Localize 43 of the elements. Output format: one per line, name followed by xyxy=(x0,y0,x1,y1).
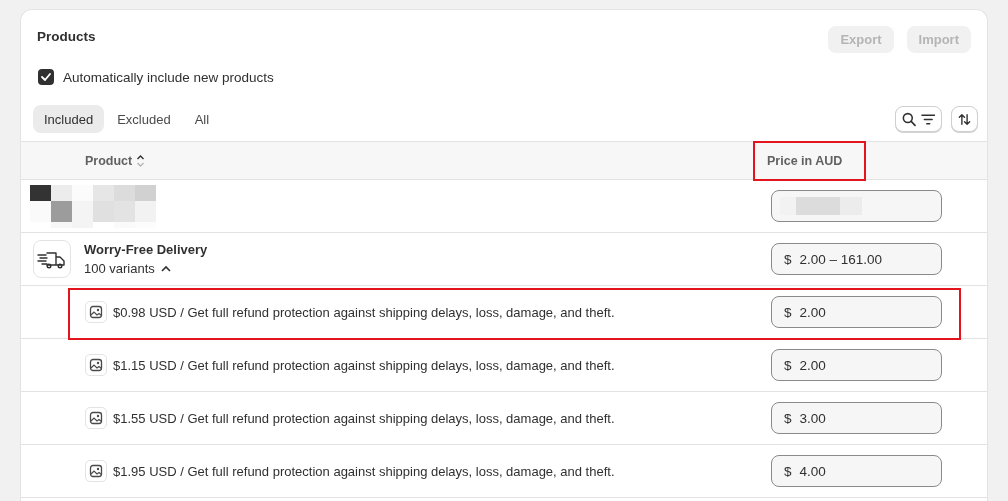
column-header: Price in AUD xyxy=(767,154,843,168)
price-field[interactable]: $ 2.00 xyxy=(771,349,942,381)
delivery-truck-icon xyxy=(37,249,67,269)
price-value: 4.00 xyxy=(799,463,826,479)
chevron-icon xyxy=(160,265,171,272)
filter-tab[interactable]: Excluded xyxy=(106,105,182,133)
price-value: 2.00 xyxy=(799,357,826,373)
price-field[interactable]: $ 4.00 xyxy=(771,455,942,487)
product-name: Worry-Free Delivery xyxy=(84,242,208,257)
card-title: Products xyxy=(37,29,96,44)
price-value: 3.00 xyxy=(799,410,826,426)
image-placeholder-icon xyxy=(85,354,107,376)
sort-icon xyxy=(958,111,971,127)
currency-symbol: $ xyxy=(784,410,792,426)
checkmark-icon xyxy=(41,73,51,81)
image-placeholder-icon xyxy=(85,460,107,482)
price-field[interactable]: $ 3.00 xyxy=(771,402,942,434)
search-filter-button[interactable] xyxy=(895,106,942,132)
currency-symbol: $ xyxy=(784,304,792,320)
variant-title: $1.55 USD / Get full refund protection against shipping delays, loss, damage, and theft. xyxy=(113,410,615,426)
price-value: 2.00 xyxy=(799,304,826,320)
image-placeholder-icon xyxy=(85,407,107,429)
price-field[interactable] xyxy=(771,190,942,222)
filter-icon xyxy=(920,112,935,126)
currency-symbol: $ xyxy=(784,357,792,373)
filter-tab[interactable]: All xyxy=(183,105,221,133)
variant-title: $1.95 USD / Get full refund protection against shipping delays, loss, damage, and theft. xyxy=(113,463,615,479)
search-icon xyxy=(902,111,917,127)
variants-toggle[interactable]: 100 variants xyxy=(84,261,208,276)
filter-tab[interactable]: Included xyxy=(33,105,105,133)
image-placeholder-icon xyxy=(85,301,107,323)
currency-symbol: $ xyxy=(784,463,792,479)
price-field[interactable]: $ 2.00 xyxy=(771,296,942,328)
variant-title: $0.98 USD / Get full refund protection against shipping delays, loss, damage, and theft. xyxy=(113,304,615,320)
price-field[interactable]: $ 2.00 – 161.00 xyxy=(771,243,942,275)
sort-icon xyxy=(136,153,146,168)
price-value: 2.00 – 161.00 xyxy=(799,251,883,267)
sort-button[interactable] xyxy=(951,106,978,132)
checkbox[interactable] xyxy=(38,69,54,85)
column-header[interactable]: Product xyxy=(85,153,133,168)
currency-symbol: $ xyxy=(784,251,792,267)
variant-title: $1.15 USD / Get full refund protection against shipping delays, loss, damage, and theft. xyxy=(113,357,615,373)
checkbox-label: Automatically include new products xyxy=(63,69,274,85)
